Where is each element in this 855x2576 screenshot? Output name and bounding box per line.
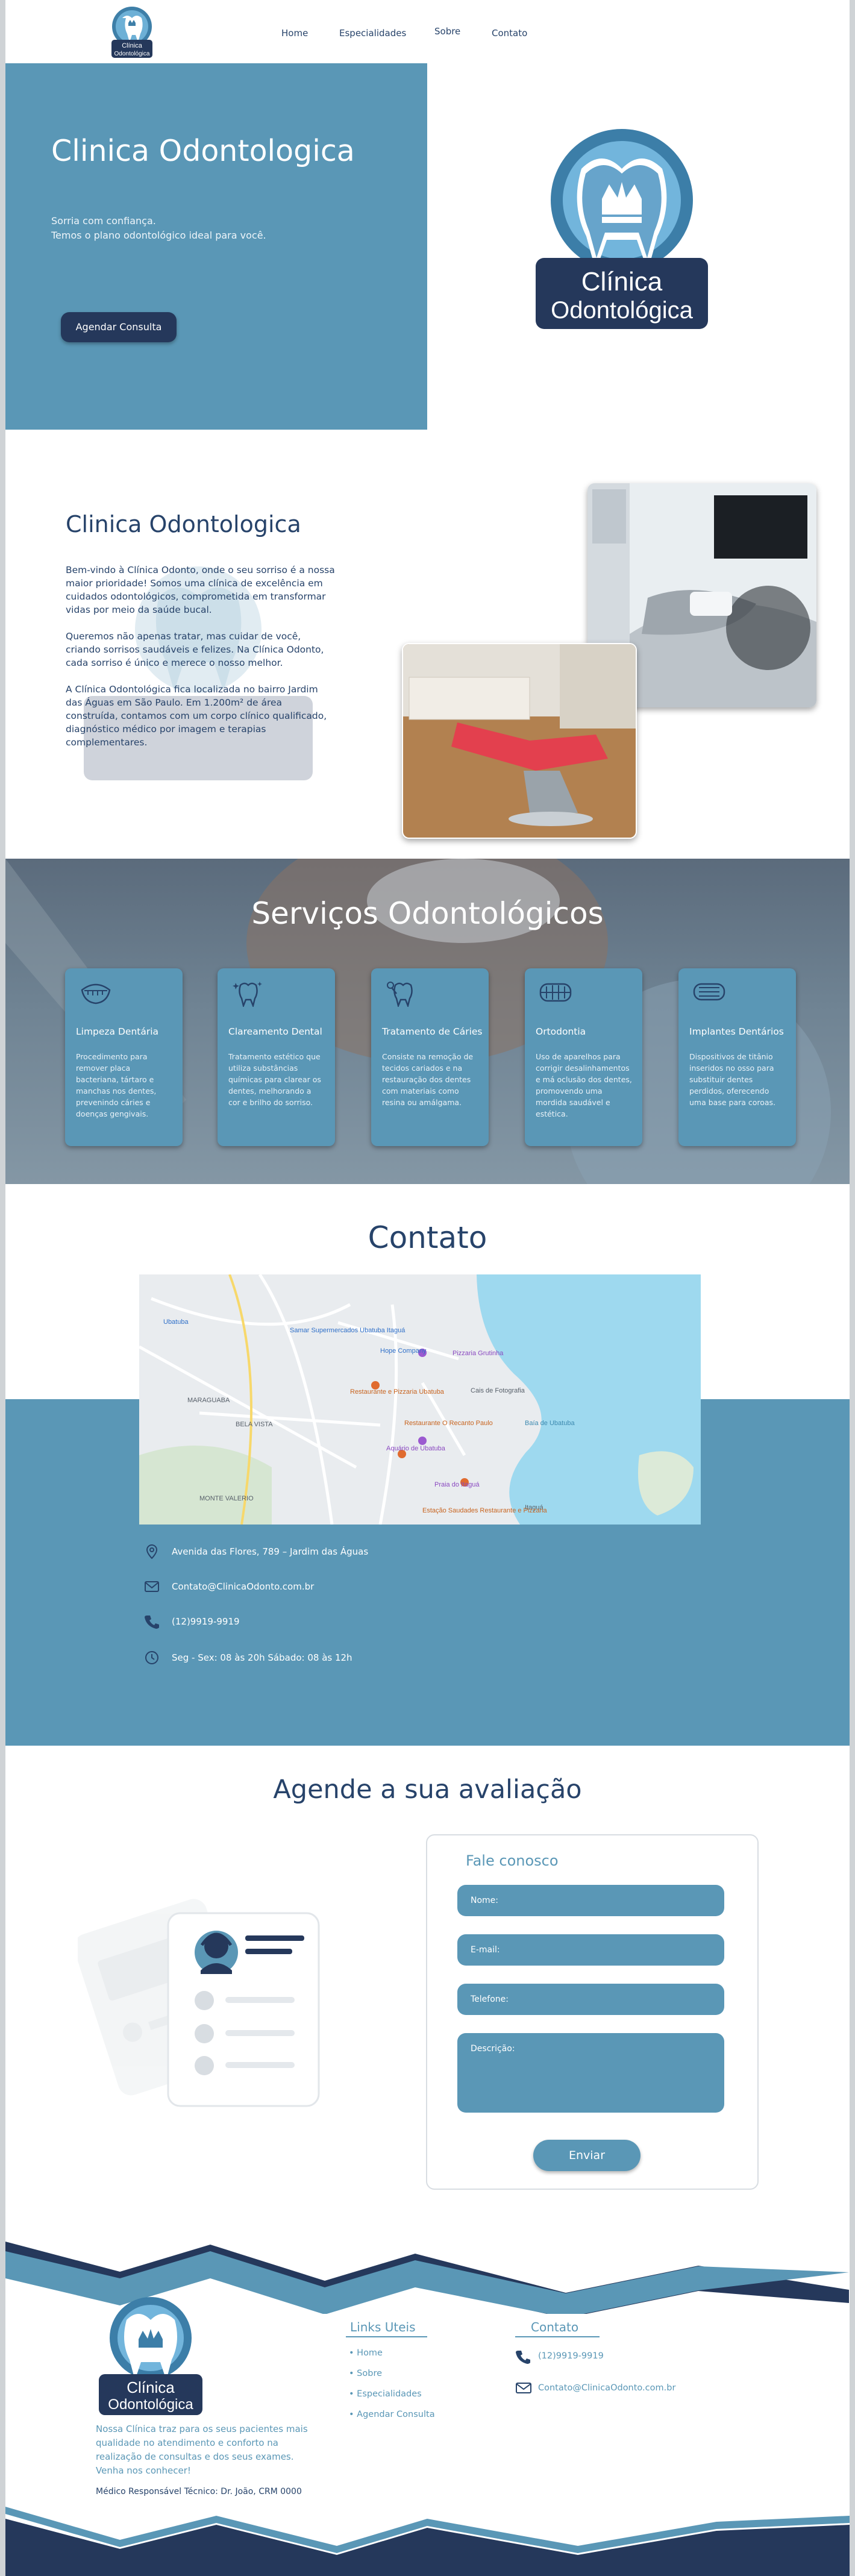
nav-contato[interactable]: Contato [492,28,527,39]
email-field[interactable]: E-mail: [457,1934,724,1966]
map-label: Cais de Fotografia [471,1387,525,1394]
map-label: Baía de Ubatuba [525,1420,575,1427]
braces-icon [539,983,572,1002]
sparkling-tooth-icon [233,982,262,1007]
service-card[interactable]: Ortodontia Uso de aparelhos para corrigi… [525,968,642,1146]
map-label: Samar Supermercados Ubatuba Itaguá [290,1327,406,1334]
contact-form: Fale conosco Nome: E-mail: Telefone: Des… [426,1834,759,2190]
hero-logo-line1: Clínica [581,267,663,296]
agende-title: Agende a sua avaliação [273,1775,582,1805]
service-title: Tratamento de Cáries [382,1026,483,1037]
hours-text: Seg - Sex: 08 às 20h Sábado: 08 às 12h [172,1652,352,1663]
service-title: Ortodontia [536,1026,586,1037]
send-button[interactable]: Enviar [533,2140,640,2171]
hero-subtitle: Sorria com confiança. Temos o plano odon… [51,215,266,241]
map-label: Praia do Itaguá [434,1481,480,1488]
service-text: Uso de aparelhos para corrigir desalinha… [536,1052,632,1118]
footer-logo[interactable]: Clínica Odontológica [99,2296,202,2416]
about-paragraph: A Clínica Odontológica fica localizada n… [66,684,327,748]
phone-text[interactable]: (12)9919-9919 [172,1616,240,1627]
footer-contact-title: Contato [531,2320,579,2334]
service-title: Clareamento Dental [228,1026,322,1037]
page: { "header": { "logo_line1": "Clínica", "… [5,0,850,2576]
description-field[interactable]: Descrição: [457,2033,724,2113]
map-label: Hope Company [380,1347,427,1355]
map-label: Restaurante O Recanto Paulo [404,1420,493,1427]
footer-email[interactable]: Contato@ClinicaOdonto.com.br [538,2383,675,2393]
service-card[interactable]: Tratamento de Cáries Consiste na remoção… [371,968,489,1146]
mail-icon [516,2383,531,2393]
map-label: Restaurante e Pizzaria Ubatuba [350,1388,445,1396]
hero-section: Clinica Odontologica Sorria com confianç… [5,63,427,430]
footer-logo-line1: Clínica [127,2378,175,2396]
map-label: Estação Saudades Restaurante e Pizzaria [422,1507,548,1514]
nav-home[interactable]: Home [281,28,308,39]
footer-phone[interactable]: (12)9919-9919 [538,2351,604,2361]
footer-logo-line2: Odontológica [108,2396,193,2413]
phone-icon [145,1615,159,1629]
nav-sobre[interactable]: Sobre [434,26,460,37]
name-field[interactable]: Nome: [457,1885,724,1916]
clock-icon [145,1651,158,1664]
about-paragraph: Queremos não apenas tratar, mas cuidar d… [66,631,324,668]
service-card[interactable]: Implantes Dentários Dispositivos de titâ… [678,968,796,1146]
hero-logo: Clínica Odontológica [534,127,709,331]
footer-link-home[interactable]: • Home [349,2348,383,2358]
service-text: Tratamento estético que utiliza substânc… [228,1052,321,1107]
hero-title: Clinica Odontologica [51,134,355,168]
phone-field[interactable]: Telefone: [457,1984,724,2015]
about-title: Clinica Odontologica [66,511,301,537]
service-card[interactable]: Clareamento Dental Tratamento estético q… [218,968,335,1146]
map-label: MARAGUABA [187,1397,230,1404]
contact-title: Contato [368,1220,487,1255]
map-label: BELA VISTA [236,1421,273,1428]
footer-link-agendar[interactable]: • Agendar Consulta [349,2410,435,2419]
dental-chair-photo [402,643,637,839]
service-title: Implantes Dentários [689,1026,784,1037]
mail-icon [145,1581,159,1592]
about-text: Bem-vindo à Clínica Odonto, onde o seu s… [66,563,337,762]
header-logo[interactable]: Clínica Odontológica [108,5,156,59]
location-map[interactable]: Ubatuba Samar Supermercados Ubatuba Itag… [139,1274,701,1525]
service-text: Procedimento para remover placa bacteria… [76,1052,157,1118]
implant-icon [693,983,725,1001]
address-text: Avenida das Flores, 789 – Jardim das Águ… [172,1546,369,1557]
location-pin-icon [146,1544,158,1559]
services-title: Serviços Odontológicos [251,896,604,931]
header-logo-line2: Odontológica [114,51,150,57]
nav-especialidades[interactable]: Especialidades [339,28,406,39]
email-text[interactable]: Contato@ClinicaOdonto.com.br [172,1581,314,1592]
mouth-icon [81,983,111,1004]
footer-link-sobre[interactable]: • Sobre [349,2369,382,2378]
footer-bottom-wave [5,2507,850,2576]
service-text: Consiste na remoção de tecidos cariados … [382,1052,474,1107]
service-card[interactable]: Limpeza Dentária Procedimento para remov… [65,968,183,1146]
support-illustration [74,1886,331,2115]
schedule-button[interactable]: Agendar Consulta [61,312,177,342]
footer-links-underline [346,2336,427,2337]
tooth-repair-icon [387,982,413,1007]
map-label: MONTE VALERIO [199,1495,254,1502]
map-label: Ubatuba [163,1318,189,1326]
header-logo-line1: Clínica [122,42,143,49]
footer-links-title: Links Uteis [350,2320,416,2334]
form-title: Fale conosco [466,1852,559,1869]
footer-contact-underline [515,2336,600,2337]
map-label: Pizzaria Grutinha [453,1350,504,1357]
map-label: Aquário de Ubatuba [386,1445,446,1452]
about-paragraph: Bem-vindo à Clínica Odonto, onde o seu s… [66,565,335,615]
footer-link-especialidades[interactable]: • Especialidades [349,2389,422,2399]
footer-description: Nossa Clínica traz para os seus paciente… [96,2424,308,2476]
service-title: Limpeza Dentária [76,1026,159,1037]
phone-icon [516,2351,530,2364]
service-text: Dispositivos de titânio inseridos no oss… [689,1052,776,1107]
hero-logo-line2: Odontológica [551,297,693,324]
services-section: Serviços Odontológicos Limpeza Dentária … [5,859,850,1184]
